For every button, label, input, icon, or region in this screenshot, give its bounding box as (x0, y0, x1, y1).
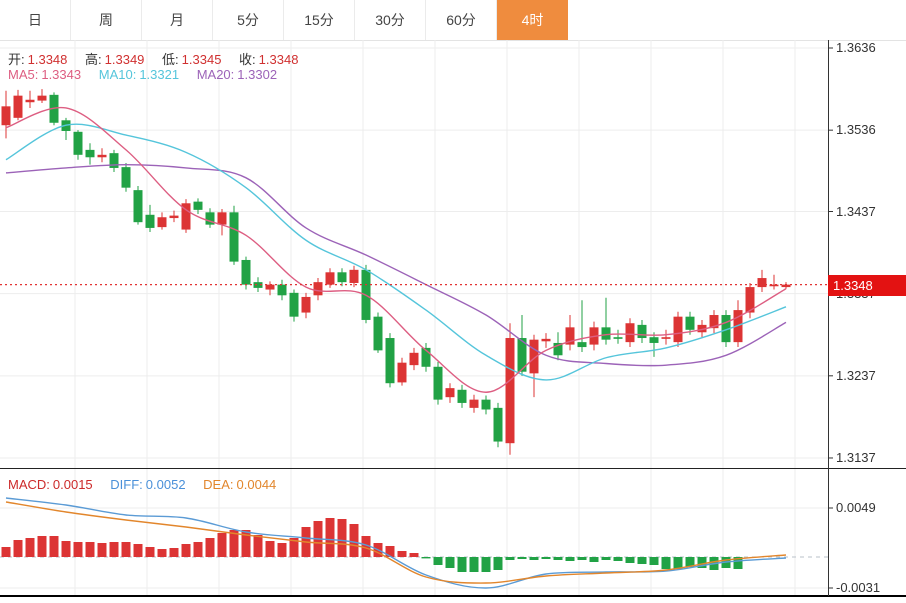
price-tick: 1.3536 (836, 122, 876, 138)
high-value: 1.3349 (105, 52, 145, 67)
price-tick: 1.3437 (836, 204, 876, 220)
diff-value: 0.0052 (146, 477, 186, 492)
ma20-label: MA20: (197, 67, 235, 82)
macd-value: 0.0015 (53, 477, 93, 492)
chart-area[interactable]: 开:1.3348 高:1.3349 低:1.3345 收:1.3348 MA5:… (0, 40, 906, 603)
price-tick: 1.3237 (836, 368, 876, 384)
ma5-value: 1.3343 (41, 67, 81, 82)
close-label: 收: (239, 52, 256, 67)
ma5-label: MA5: (8, 67, 38, 82)
price-tick: 1.3137 (836, 450, 876, 466)
timeframe-tabbar: 日 周 月 5分 15分 30分 60分 4时 (0, 0, 906, 41)
ma10-label: MA10: (99, 67, 137, 82)
macd-legend: MACD:0.0015 DIFF:0.0052 DEA: 0.0044 (8, 477, 279, 492)
ma10-value: 1.3321 (139, 67, 179, 82)
high-label: 高: (85, 52, 102, 67)
tab-4hour[interactable]: 4时 (497, 0, 568, 40)
open-label: 开: (8, 52, 25, 67)
low-label: 低: (162, 52, 179, 67)
tab-5min[interactable]: 5分 (213, 0, 284, 40)
price-tick: 1.3636 (836, 40, 876, 56)
tab-30min[interactable]: 30分 (355, 0, 426, 40)
open-value: 1.3348 (28, 52, 68, 67)
ohlc-legend: 开:1.3348 高:1.3349 低:1.3345 收:1.3348 (8, 49, 301, 68)
dea-label: DEA: (203, 477, 233, 492)
dea-value: 0.0044 (237, 477, 277, 492)
low-value: 1.3345 (182, 52, 222, 67)
forex-chart-app: 日 周 月 5分 15分 30分 60分 4时 开:1.3348 高:1.334… (0, 0, 906, 603)
close-value: 1.3348 (259, 52, 299, 67)
diff-label: DIFF: (110, 477, 143, 492)
tab-60min[interactable]: 60分 (426, 0, 497, 40)
tab-15min[interactable]: 15分 (284, 0, 355, 40)
ma20-value: 1.3302 (237, 67, 277, 82)
macd-label: MACD: (8, 477, 50, 492)
tab-month[interactable]: 月 (142, 0, 213, 40)
macd-tick: -0.0031 (836, 580, 880, 596)
macd-tick: 0.0049 (836, 500, 876, 516)
current-price-tag: 1.3348 (828, 275, 906, 296)
tab-day[interactable]: 日 (0, 0, 71, 40)
tab-week[interactable]: 周 (71, 0, 142, 40)
ma-legend: MA5:1.3343 MA10:1.3321 MA20:1.3302 (8, 67, 280, 82)
candlestick-macd-chart[interactable] (0, 40, 906, 603)
